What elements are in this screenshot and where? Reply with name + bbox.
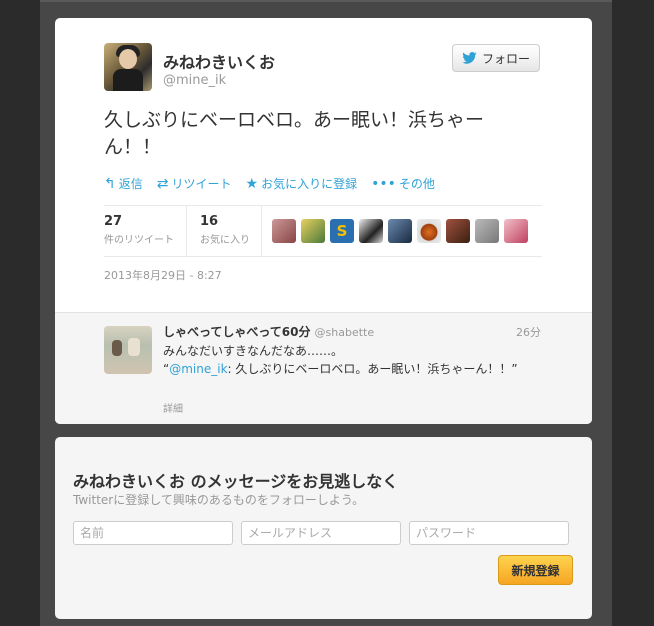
favoriter-avatars: S bbox=[272, 219, 528, 243]
retweet-icon: ⇄ bbox=[156, 175, 169, 192]
favorite-label: お気に入りに登録 bbox=[261, 177, 358, 191]
reply-icon: ↰ bbox=[104, 175, 116, 192]
more-action[interactable]: ••• その他 bbox=[371, 175, 435, 192]
favoriter-avatar[interactable]: S bbox=[330, 219, 354, 243]
reply-quote: “@mine_ik: 久しぶりにベーロベロ。あー眠い！浜ちゃーん！！” bbox=[163, 360, 533, 378]
reply-user-handle: @shabette bbox=[314, 326, 375, 339]
more-dots-icon: ••• bbox=[371, 175, 396, 192]
tweet-card: みねわきいくお @mine_ik フォロー 久しぶりにベーロベロ。あー眠い！浜ち… bbox=[55, 18, 592, 424]
password-field[interactable] bbox=[409, 521, 569, 545]
star-icon: ★ bbox=[245, 175, 259, 192]
signup-title: みねわきいくお のメッセージをお見逃しなく bbox=[73, 472, 399, 491]
favorite-count-label: お気に入り bbox=[200, 235, 250, 246]
more-label: その他 bbox=[398, 177, 435, 191]
reply-line: みんなだいすきなんだなあ……。 bbox=[163, 344, 344, 358]
signup-button[interactable]: 新規登録 bbox=[498, 555, 573, 585]
stats-divider bbox=[186, 206, 187, 256]
tweet-text: 久しぶりにベーロベロ。あー眠い！浜ちゃーん！！ bbox=[104, 109, 485, 158]
favoriter-avatar[interactable] bbox=[272, 219, 296, 243]
retweet-action[interactable]: ⇄ リツイート bbox=[157, 175, 232, 192]
tweet-stats: 27 件のリツイート 16 お気に入り S bbox=[104, 205, 542, 257]
favorite-action[interactable]: ★ お気に入りに登録 bbox=[246, 175, 358, 192]
reply-user-name[interactable]: しゃべってしゃべって60分 @shabette bbox=[163, 323, 374, 340]
retweet-count: 27 bbox=[104, 214, 123, 229]
signup-card: みねわきいくお のメッセージをお見逃しなく Twitterに登録して興味のあるも… bbox=[55, 437, 592, 619]
favoriter-avatar[interactable] bbox=[388, 219, 412, 243]
favoriter-avatar[interactable] bbox=[446, 219, 470, 243]
retweet-count-label: 件のリツイート bbox=[104, 235, 174, 246]
favoriter-avatar[interactable] bbox=[359, 219, 383, 243]
mention-link[interactable]: @mine_ik bbox=[169, 362, 227, 376]
favoriter-avatar[interactable] bbox=[475, 219, 499, 243]
favorite-stat[interactable]: 16 お気に入り bbox=[200, 214, 250, 246]
retweet-label: リツイート bbox=[171, 177, 232, 191]
reply-detail-link[interactable]: 詳細 bbox=[163, 400, 183, 415]
user-avatar[interactable] bbox=[104, 43, 152, 91]
reply-item: しゃべってしゃべって60分 @shabette 26分 みんなだいすきなんだなあ…… bbox=[55, 312, 592, 424]
top-divider bbox=[40, 0, 612, 2]
favorite-count: 16 bbox=[200, 214, 219, 229]
reply-action[interactable]: ↰ 返信 bbox=[104, 175, 143, 192]
user-name[interactable]: みねわきいくお bbox=[163, 49, 275, 73]
favoriter-avatar[interactable] bbox=[417, 219, 441, 243]
follow-button[interactable]: フォロー bbox=[452, 44, 540, 72]
reply-time[interactable]: 26分 bbox=[516, 324, 541, 340]
name-field[interactable] bbox=[73, 521, 233, 545]
favoriter-avatar[interactable] bbox=[504, 219, 528, 243]
stats-divider bbox=[261, 206, 262, 256]
reply-user-name-text: しゃべってしゃべって60分 bbox=[163, 325, 311, 339]
reply-text: みんなだいすきなんだなあ……。 “@mine_ik: 久しぶりにベーロベロ。あー… bbox=[163, 342, 533, 378]
twitter-bird-icon bbox=[462, 52, 477, 64]
retweet-stat[interactable]: 27 件のリツイート bbox=[104, 214, 174, 246]
reply-label: 返信 bbox=[118, 177, 143, 191]
reply-quote-text: : 久しぶりにベーロベロ。あー眠い！浜ちゃーん！！” bbox=[227, 362, 518, 376]
reply-user-avatar[interactable] bbox=[104, 326, 152, 374]
follow-label: フォロー bbox=[481, 51, 530, 66]
tweet-actions: ↰ 返信 ⇄ リツイート ★ お気に入りに登録 ••• その他 bbox=[104, 175, 435, 192]
user-handle[interactable]: @mine_ik bbox=[163, 73, 226, 88]
signup-subtitle: Twitterに登録して興味のあるものをフォローしよう。 bbox=[73, 493, 365, 507]
tweet-date[interactable]: 2013年8月29日 - 8:27 bbox=[104, 267, 222, 283]
favoriter-avatar[interactable] bbox=[301, 219, 325, 243]
email-field[interactable] bbox=[241, 521, 401, 545]
